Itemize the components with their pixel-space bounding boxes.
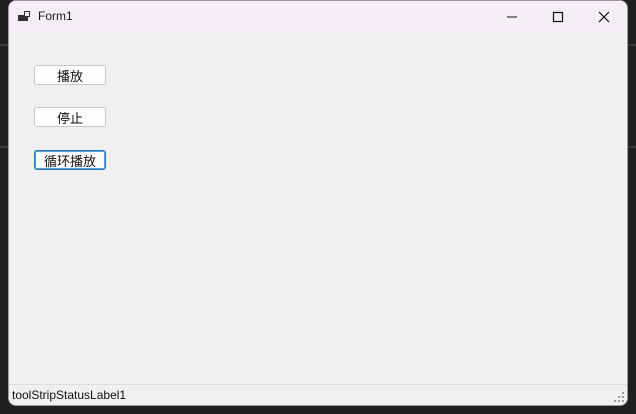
close-icon <box>598 11 610 22</box>
maximize-icon <box>552 11 564 22</box>
loop-play-button[interactable]: 循环播放 <box>34 150 106 170</box>
app-window-icon <box>18 11 30 21</box>
resize-grip-icon[interactable] <box>613 391 625 403</box>
background-divider-mid-right <box>628 146 636 148</box>
close-button[interactable] <box>581 1 627 32</box>
background-divider-mid <box>0 146 8 148</box>
play-button-label: 播放 <box>56 69 83 85</box>
maximize-button[interactable] <box>535 1 581 32</box>
play-button[interactable]: 播放 <box>34 65 106 85</box>
background-divider-top <box>0 44 8 46</box>
status-label: toolStripStatusLabel1 <box>12 388 127 402</box>
status-strip: toolStripStatusLabel1 <box>9 384 627 405</box>
minimize-icon <box>507 16 517 17</box>
window-title: Form1 <box>38 9 73 23</box>
background-divider-top-right <box>628 44 636 46</box>
title-bar[interactable]: Form1 <box>9 1 627 32</box>
stop-button[interactable]: 停止 <box>34 107 106 127</box>
stop-button-label: 停止 <box>56 111 83 127</box>
minimize-button[interactable] <box>489 1 535 32</box>
loop-play-button-label: 循环播放 <box>43 154 96 170</box>
form-client-area: 播放 停止 循环播放 <box>9 32 627 384</box>
form1-window: Form1 播放 停止 循环播放 toolStripStatusLabel1 <box>8 0 628 406</box>
